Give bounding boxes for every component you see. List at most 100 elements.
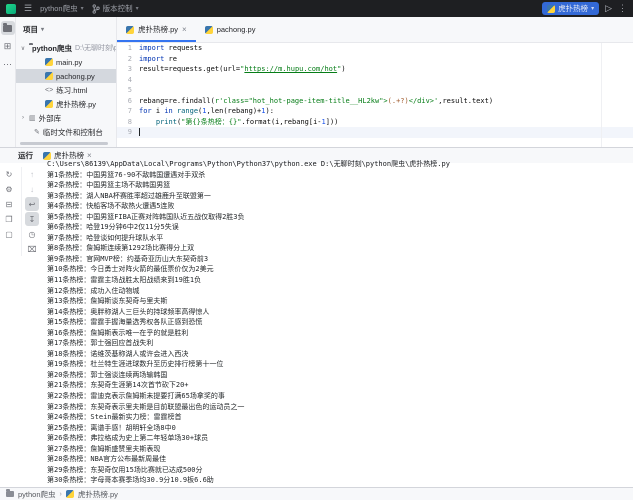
line-number: 8: [117, 117, 139, 128]
chevron-down-icon: ▾: [591, 5, 594, 12]
structure-tool-button[interactable]: ⊞: [1, 39, 15, 53]
tab-hupu-rebang[interactable]: 虎扑热榜.py ×: [117, 17, 196, 42]
line-number: 1: [117, 43, 139, 54]
token-fn: range: [177, 107, 198, 115]
detach-button[interactable]: ▢: [2, 227, 16, 241]
line-number: 9: [117, 127, 139, 138]
layout-button[interactable]: ❐: [2, 212, 16, 226]
console-line: 第19条热榜：杜兰特生涯进球数升至历史排行榜第十一位: [47, 359, 629, 370]
history-button[interactable]: ◷: [25, 227, 39, 241]
token-plain: ])): [326, 118, 339, 126]
run-button[interactable]: ▷: [605, 3, 612, 14]
tree-item-scratches[interactable]: ✎临时文件和控制台: [16, 125, 116, 139]
console-line: 第13条热榜：詹姆斯谈东契奇与里夫斯: [47, 296, 629, 307]
code-line: 1import requests: [117, 43, 633, 54]
line-number: 6: [117, 96, 139, 107]
editor-tab-bar: 虎扑热榜.py × pachong.py: [117, 17, 633, 43]
chevron-down-icon: ▾: [136, 5, 139, 12]
token-plain: ,len(rebang)+: [206, 107, 261, 115]
branch-icon: [92, 4, 100, 14]
console-line: 第26条热榜：弗拉格成为史上第二年轻单场30+球员: [47, 433, 629, 444]
code-line: 5: [117, 85, 633, 96]
tree-item-main-py[interactable]: main.py: [16, 55, 116, 69]
title-bar: ☰ python爬虫 ▾ 版本控制 ▾ 虎扑热榜 ▾ ▷ ⋮: [0, 0, 633, 17]
run-toolbar-left: ↻⚙⊟❐▢: [2, 167, 18, 241]
console-line: 第18条热榜：诺维茨基称湖人或许会进入西决: [47, 349, 629, 360]
main-menu-icon[interactable]: ☰: [24, 0, 32, 17]
console-line: 第17条热榜：郭士强回应首战失利: [47, 338, 629, 349]
tree-item-project-root[interactable]: ∨python爬虫D:\无聊时刻\py: [16, 41, 116, 55]
console-output[interactable]: C:\Users\86139\AppData\Local\Programs\Py…: [47, 159, 629, 487]
rerun-button[interactable]: ↻: [2, 167, 16, 181]
tab-label: 虎扑热榜.py: [138, 24, 178, 35]
pycharm-window: ☰ python爬虫 ▾ 版本控制 ▾ 虎扑热榜 ▾ ▷ ⋮: [0, 0, 633, 500]
python-file-icon: [45, 100, 53, 108]
chevron-down-icon: ▾: [41, 26, 44, 33]
clear-all-button[interactable]: ⌧: [25, 242, 39, 256]
status-bar: python爬虫 › 虎扑热榜.py: [0, 487, 633, 500]
run-tool-window: 运行 虎扑热榜 × ↻⚙⊟❐▢ ↑↓↩↧◷⌧ C:\Users\86139\Ap…: [0, 147, 633, 487]
console-command-line: C:\Users\86139\AppData\Local\Programs\Py…: [47, 159, 629, 170]
vcs-widget[interactable]: 版本控制 ▾: [92, 3, 139, 14]
code-text: rebang=re.findall(r'class="hot_hot-page-…: [139, 96, 493, 107]
code-editor[interactable]: 1import requests2import re3result=reques…: [117, 43, 633, 147]
horizontal-scrollbar[interactable]: [20, 142, 108, 145]
tree-item-label: main.py: [56, 58, 82, 67]
project-panel-header[interactable]: 项目 ▾: [16, 17, 116, 41]
breadcrumb-file[interactable]: 虎扑热榜.py: [78, 489, 118, 500]
token-plain: rebang=re.findall(: [139, 97, 215, 105]
token-fn: print: [156, 118, 177, 126]
settings-button[interactable]: ⚙: [2, 182, 16, 196]
soft-wrap-toggle[interactable]: ↩: [25, 197, 39, 211]
console-line: 第15条热榜：雷霆手握海量选秀权各队正感到恐慌: [47, 317, 629, 328]
line-number: 4: [117, 75, 139, 86]
console-line: 第8条热榜：詹姆斯连续第1292场比赛得分上双: [47, 243, 629, 254]
run-configuration-selector[interactable]: 虎扑热榜 ▾: [542, 2, 599, 15]
tree-item-lianxi-html[interactable]: <>练习.html: [16, 83, 116, 97]
project-tool-button[interactable]: [1, 21, 15, 35]
run-toolbar-console: ↑↓↩↧◷⌧: [21, 167, 37, 256]
code-text: import requests: [139, 43, 202, 54]
tab-pachong[interactable]: pachong.py: [196, 17, 265, 42]
console-line: 第20条热榜：郭士强谈连续两场输韩国: [47, 370, 629, 381]
code-line: 3result=requests.get(url="https://m.hupu…: [117, 64, 633, 75]
tree-item-hupu-py[interactable]: 虎扑热榜.py: [16, 97, 116, 111]
console-line: 第9条热榜：官网MVP榜：约基奇亚历山大东契奇前3: [47, 254, 629, 265]
breadcrumb-project[interactable]: python爬虫: [18, 489, 56, 500]
more-actions-icon[interactable]: ⋮: [618, 3, 627, 14]
project-widget[interactable]: python爬虫 ▾: [40, 3, 84, 14]
tree-item-external-libs[interactable]: ›▥外部库: [16, 111, 116, 125]
console-line: 第5条热榜：中国男篮FIBA正赛对阵韩国队近五战仅取得2胜3负: [47, 212, 629, 223]
console-line: 第21条热榜：东契奇生涯第14次首节砍下20+: [47, 380, 629, 391]
console-line: 第25条热榜：离谱手感！胡明轩全场8中0: [47, 423, 629, 434]
up-stack-trace-button[interactable]: ↑: [25, 167, 39, 181]
python-file-icon: [126, 26, 134, 34]
tree-item-pachong-py[interactable]: pachong.py: [16, 69, 116, 83]
chevron-down-icon: ▾: [81, 5, 84, 12]
token-plain: ):: [266, 107, 274, 115]
run-panel-title[interactable]: 运行: [18, 150, 33, 161]
close-icon[interactable]: ×: [182, 25, 187, 34]
tree-item-label: 练习.html: [56, 85, 87, 96]
token-plain: i: [152, 107, 165, 115]
line-number: 7: [117, 106, 139, 117]
console-line: 第16条热榜：詹姆斯表示唯一在乎的就是胜利: [47, 328, 629, 339]
token-str: </div>': [409, 97, 439, 105]
code-text: result=requests.get(url="https://m.hupu.…: [139, 64, 346, 75]
pin-button[interactable]: ⊟: [2, 197, 16, 211]
console-line: 第14条热榜：奥胖称湖人三巨头的持球频率高得惊人: [47, 307, 629, 318]
down-stack-trace-button[interactable]: ↓: [25, 182, 39, 196]
console-line: 第24条热榜：Stein最新实力榜：雷霆榜首: [47, 412, 629, 423]
tree-item-label: 临时文件和控制台: [43, 127, 103, 138]
line-number: 5: [117, 85, 139, 96]
html-file-icon: <>: [45, 87, 53, 94]
token-plain: .format(i,rebang[i-: [241, 118, 321, 126]
external-libraries-icon: ▥: [29, 114, 36, 122]
more-tools-button[interactable]: ⋯: [1, 57, 15, 71]
scroll-to-end-toggle[interactable]: ↧: [25, 212, 39, 226]
token-plain: [139, 118, 156, 126]
console-line: 第30条热榜：字母哥本赛季场均30.9分10.9板6.6助: [47, 475, 629, 486]
token-str: "第{}条热榜：{}": [181, 118, 241, 126]
code-line: 6rebang=re.findall(r'class="hot_hot-page…: [117, 96, 633, 107]
tree-item-label: 虎扑热榜.py: [56, 99, 96, 110]
